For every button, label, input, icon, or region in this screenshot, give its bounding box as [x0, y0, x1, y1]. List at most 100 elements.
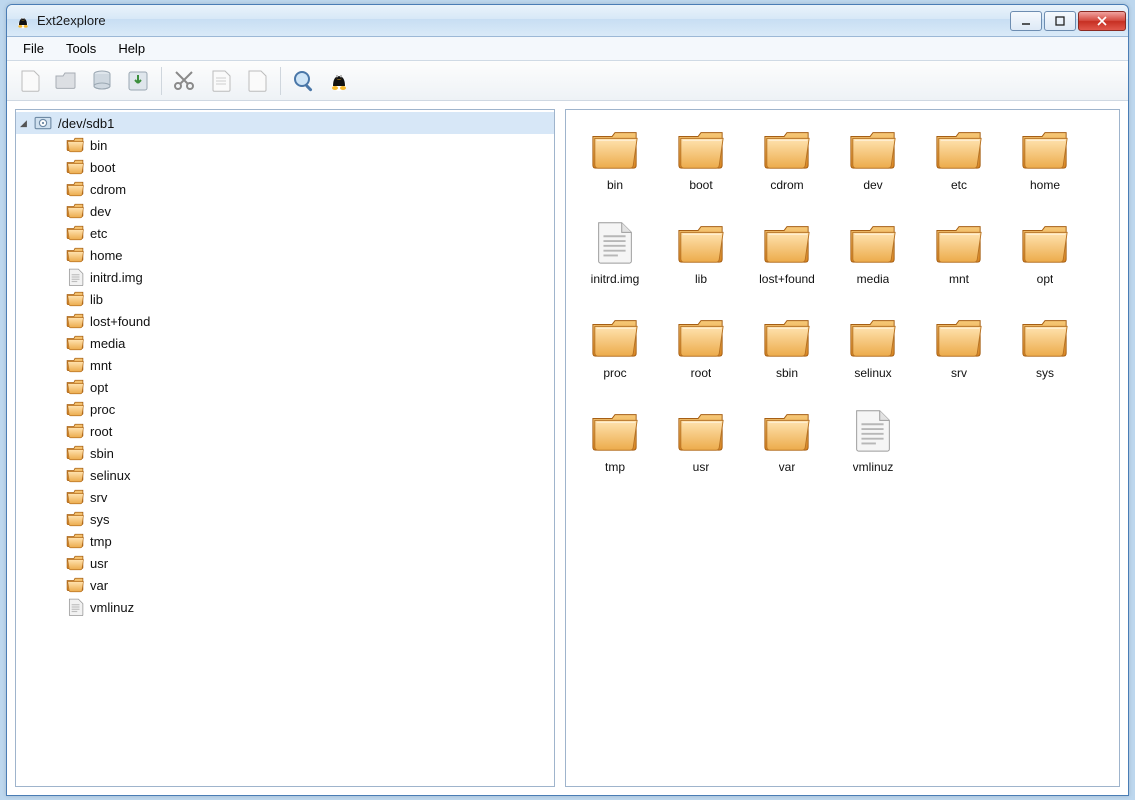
tree-item-label: mnt: [90, 358, 112, 373]
folder-icon: [760, 122, 814, 174]
grid-item[interactable]: lost+found: [744, 212, 830, 306]
tree-item[interactable]: boot: [62, 156, 554, 178]
tree-item-label: vmlinuz: [90, 600, 134, 615]
folder-icon: [846, 122, 900, 174]
tree-item[interactable]: root: [62, 420, 554, 442]
grid-item[interactable]: bin: [572, 118, 658, 212]
folder-icon: [932, 310, 986, 362]
grid-item[interactable]: proc: [572, 306, 658, 400]
grid-item-label: proc: [603, 366, 626, 380]
folder-icon: [760, 310, 814, 362]
paste-icon[interactable]: [240, 64, 274, 98]
grid-item-label: boot: [689, 178, 712, 192]
grid-item-label: srv: [951, 366, 967, 380]
tree-item[interactable]: selinux: [62, 464, 554, 486]
tree-item[interactable]: cdrom: [62, 178, 554, 200]
grid-item-label: lib: [695, 272, 707, 286]
grid-item[interactable]: srv: [916, 306, 1002, 400]
tree-item-label: boot: [90, 160, 115, 175]
grid-item[interactable]: tmp: [572, 400, 658, 494]
folder-icon: [66, 247, 84, 263]
tree-root-label: /dev/sdb1: [58, 116, 114, 131]
open-icon[interactable]: [49, 64, 83, 98]
grid-item[interactable]: etc: [916, 118, 1002, 212]
grid-item[interactable]: mnt: [916, 212, 1002, 306]
tree-item-label: lost+found: [90, 314, 150, 329]
maximize-button[interactable]: [1044, 11, 1076, 31]
grid-item[interactable]: usr: [658, 400, 744, 494]
minimize-button[interactable]: [1010, 11, 1042, 31]
tree-item[interactable]: opt: [62, 376, 554, 398]
grid-item[interactable]: media: [830, 212, 916, 306]
grid-item-label: lost+found: [759, 272, 815, 286]
grid-item[interactable]: opt: [1002, 212, 1088, 306]
tree-item[interactable]: usr: [62, 552, 554, 574]
grid-item[interactable]: initrd.img: [572, 212, 658, 306]
grid-item-label: home: [1030, 178, 1060, 192]
folder-icon: [66, 159, 84, 175]
tree-item[interactable]: proc: [62, 398, 554, 420]
tree-pane[interactable]: ◢ /dev/sdb1 bin boot cdromdevetchome initrd.i…: [15, 109, 555, 787]
grid-item[interactable]: boot: [658, 118, 744, 212]
grid-item-label: usr: [693, 460, 710, 474]
folder-icon: [66, 401, 84, 417]
folder-icon: [66, 555, 84, 571]
tree-item[interactable]: initrd.img: [62, 266, 554, 288]
close-button[interactable]: [1078, 11, 1126, 31]
content-area: ◢/dev/sdb1binbootcdromdevetchomeinitrd.i…: [7, 101, 1128, 795]
grid-item[interactable]: var: [744, 400, 830, 494]
grid-item[interactable]: sys: [1002, 306, 1088, 400]
tree-toggle-icon[interactable]: ◢: [20, 118, 32, 129]
tux-icon[interactable]: [323, 64, 357, 98]
folder-icon: [588, 404, 642, 456]
grid-item[interactable]: dev: [830, 118, 916, 212]
grid-item[interactable]: vmlinuz: [830, 400, 916, 494]
tree-item[interactable]: etc: [62, 222, 554, 244]
tree-item[interactable]: media: [62, 332, 554, 354]
tree-item-label: root: [90, 424, 112, 439]
new-file-icon[interactable]: [13, 64, 47, 98]
tree-item[interactable]: dev: [62, 200, 554, 222]
tree-item[interactable]: srv: [62, 486, 554, 508]
menu-file[interactable]: File: [13, 39, 54, 58]
tree-root[interactable]: ◢ /dev/sdb1: [16, 112, 554, 134]
grid-item[interactable]: sbin: [744, 306, 830, 400]
titlebar[interactable]: Ext2explore: [7, 5, 1128, 37]
folder-icon: [66, 445, 84, 461]
tree-item[interactable]: home: [62, 244, 554, 266]
tree-item[interactable]: var: [62, 574, 554, 596]
folder-icon: [66, 335, 84, 351]
tree-item[interactable]: lib: [62, 288, 554, 310]
save-icon[interactable]: [121, 64, 155, 98]
tree-item[interactable]: bin: [62, 134, 554, 156]
grid-item[interactable]: home: [1002, 118, 1088, 212]
grid-item-label: opt: [1037, 272, 1054, 286]
grid-item[interactable]: selinux: [830, 306, 916, 400]
tree-item[interactable]: tmp: [62, 530, 554, 552]
grid-item-label: cdrom: [770, 178, 803, 192]
tree-item[interactable]: lost+found: [62, 310, 554, 332]
cut-icon[interactable]: [168, 64, 202, 98]
menu-help[interactable]: Help: [108, 39, 155, 58]
file-icon: [66, 269, 84, 285]
file-icon: [66, 599, 84, 615]
search-icon[interactable]: [287, 64, 321, 98]
grid-item[interactable]: root: [658, 306, 744, 400]
menu-tools[interactable]: Tools: [56, 39, 106, 58]
toolbar-separator: [161, 67, 162, 95]
grid-item[interactable]: cdrom: [744, 118, 830, 212]
folder-icon: [932, 122, 986, 174]
tree-item[interactable]: sbin: [62, 442, 554, 464]
drive-icon[interactable]: [85, 64, 119, 98]
folder-icon: [66, 577, 84, 593]
icon-pane[interactable]: bin boot cdrom devetc home initrd.img lib lost+…: [565, 109, 1120, 787]
tree-item[interactable]: sys: [62, 508, 554, 530]
grid-item[interactable]: lib: [658, 212, 744, 306]
copy-icon[interactable]: [204, 64, 238, 98]
tree-item[interactable]: mnt: [62, 354, 554, 376]
grid-item-label: bin: [607, 178, 623, 192]
tree-item[interactable]: vmlinuz: [62, 596, 554, 618]
tree-item-label: proc: [90, 402, 115, 417]
folder-icon: [66, 137, 84, 153]
tree-item-label: initrd.img: [90, 270, 143, 285]
